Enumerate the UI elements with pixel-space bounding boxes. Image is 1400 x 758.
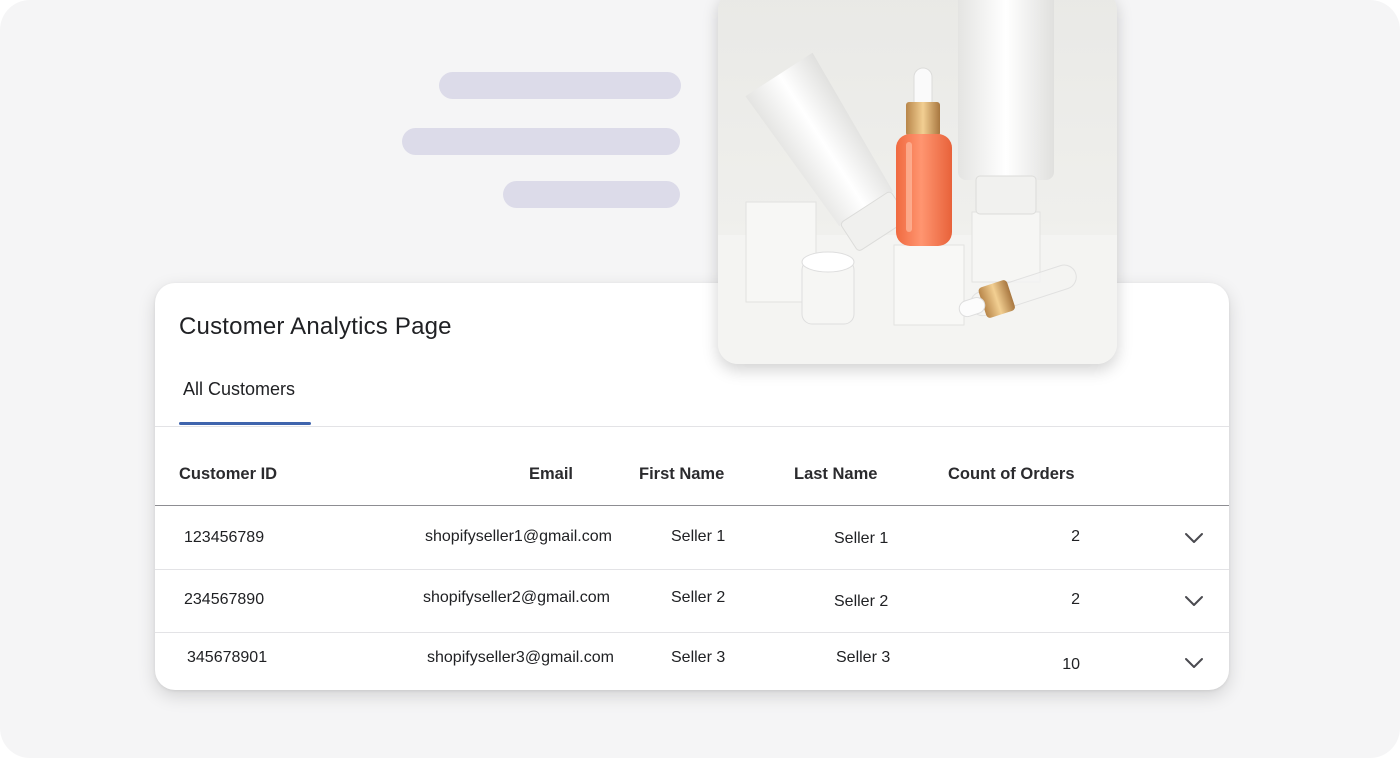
cell-count-of-orders: 2 xyxy=(1071,528,1080,545)
cell-customer-id: 123456789 xyxy=(184,529,265,546)
header-customer-id: Customer ID xyxy=(179,465,278,483)
cell-first-name: Seller 1 xyxy=(671,528,726,545)
cell-first-name: Seller 3 xyxy=(671,649,726,666)
placeholder-line xyxy=(503,181,680,208)
cell-email: shopifyseller1@gmail.com xyxy=(425,528,612,545)
page-title: Customer Analytics Page xyxy=(179,313,452,340)
table-header: Customer ID Email First Name Last Name C… xyxy=(155,427,1229,506)
header-count-of-orders: Count of Orders xyxy=(948,465,1075,483)
cell-last-name: Seller 2 xyxy=(834,593,889,610)
cell-count-of-orders: 10 xyxy=(1062,656,1080,673)
placeholder-line xyxy=(402,128,680,155)
table-row[interactable]: 234567890 shopifyseller2@gmail.com Selle… xyxy=(155,569,1229,633)
active-tab-indicator xyxy=(179,422,311,425)
cell-email: shopifyseller2@gmail.com xyxy=(423,589,610,606)
tab-all-customers[interactable]: All Customers xyxy=(179,379,311,425)
cell-first-name: Seller 2 xyxy=(671,589,726,606)
placeholder-line xyxy=(439,72,681,99)
cell-customer-id: 234567890 xyxy=(184,591,265,608)
page-background: Customer Analytics Page All Customers Cu… xyxy=(0,0,1400,758)
cell-customer-id: 345678901 xyxy=(187,649,268,666)
cell-last-name: Seller 1 xyxy=(834,530,889,547)
cell-count-of-orders: 2 xyxy=(1071,591,1080,608)
chevron-down-icon[interactable] xyxy=(1183,590,1205,612)
cosmetics-product-photo xyxy=(718,0,1117,364)
header-last-name: Last Name xyxy=(794,465,878,483)
cell-email: shopifyseller3@gmail.com xyxy=(427,649,614,666)
header-email: Email xyxy=(529,465,574,483)
table-row[interactable]: 345678901 shopifyseller3@gmail.com Selle… xyxy=(155,632,1229,690)
header-first-name: First Name xyxy=(639,465,725,483)
table-row[interactable]: 123456789 shopifyseller1@gmail.com Selle… xyxy=(155,506,1229,570)
chevron-down-icon[interactable] xyxy=(1183,527,1205,549)
cell-last-name: Seller 3 xyxy=(836,649,891,666)
tab-label: All Customers xyxy=(183,379,296,399)
chevron-down-icon[interactable] xyxy=(1183,652,1205,674)
